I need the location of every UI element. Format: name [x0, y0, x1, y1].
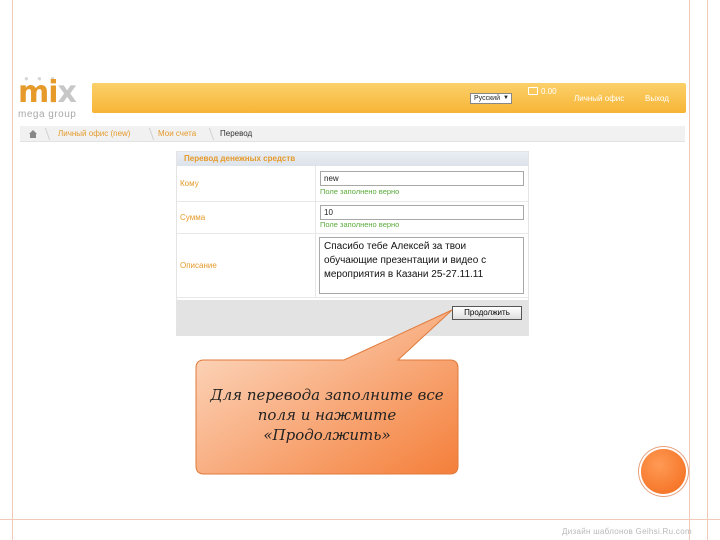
- row-divider: [315, 166, 316, 201]
- row-divider: [315, 234, 316, 297]
- breadcrumb-my-accounts[interactable]: Мои счета: [158, 126, 196, 142]
- slide-border-right-outer: [707, 0, 708, 540]
- chevron-down-icon: ▼: [503, 95, 509, 101]
- personal-office-link[interactable]: Личный офис: [574, 94, 624, 103]
- logo-subtitle: mega group: [18, 109, 77, 120]
- top-bar: Русский ▼ 0.00 Личный офис Выход: [92, 83, 686, 113]
- logout-link[interactable]: Выход: [645, 94, 669, 103]
- breadcrumb: Личный офис (new) Мои счета Перевод: [20, 126, 685, 142]
- mix-logo[interactable]: ● ● ● mix mega group: [18, 74, 82, 124]
- decorative-circle: [641, 449, 686, 494]
- amount-input[interactable]: 10: [320, 205, 524, 220]
- amount-label: Сумма: [180, 213, 206, 222]
- amount-row: Сумма 10 Поле заполнено верно: [177, 202, 528, 234]
- language-select[interactable]: Русский ▼: [470, 93, 512, 104]
- description-textarea[interactable]: Спасибо тебе Алексей за твои обучающие п…: [319, 237, 524, 294]
- logo-word: mix: [18, 75, 77, 110]
- slide-border-left: [12, 0, 13, 540]
- form-title: Перевод денежных средств: [177, 152, 528, 166]
- transfer-form: Перевод денежных средств Кому new Поле з…: [176, 151, 529, 336]
- breadcrumb-transfer: Перевод: [220, 129, 253, 138]
- slide-border-right: [689, 0, 690, 540]
- slide-border-bottom: [0, 519, 720, 520]
- breadcrumb-separator: [203, 128, 215, 140]
- footer-note: Дизайн шаблонов Geihsi.Ru.com: [562, 527, 692, 536]
- recipient-row: Кому new Поле заполнено верно: [177, 166, 528, 202]
- breadcrumb-personal-office[interactable]: Личный офис (new): [58, 126, 130, 142]
- recipient-hint: Поле заполнено верно: [320, 187, 400, 196]
- row-divider: [315, 202, 316, 233]
- description-label: Описание: [180, 261, 217, 270]
- home-icon[interactable]: [28, 129, 38, 139]
- breadcrumb-separator: [39, 128, 51, 140]
- recipient-label: Кому: [180, 179, 199, 188]
- continue-button[interactable]: Продолжить: [452, 306, 522, 320]
- form-footer: Продолжить: [177, 300, 528, 335]
- breadcrumb-separator: [143, 128, 155, 140]
- recipient-input[interactable]: new: [320, 171, 524, 186]
- wallet-icon: [528, 87, 538, 95]
- amount-hint: Поле заполнено верно: [320, 220, 400, 229]
- description-row: Описание Спасибо тебе Алексей за твои об…: [177, 234, 528, 298]
- wallet-balance: 0.00: [541, 87, 557, 96]
- callout-text: Для перевода заполните все поля и нажмит…: [210, 386, 444, 444]
